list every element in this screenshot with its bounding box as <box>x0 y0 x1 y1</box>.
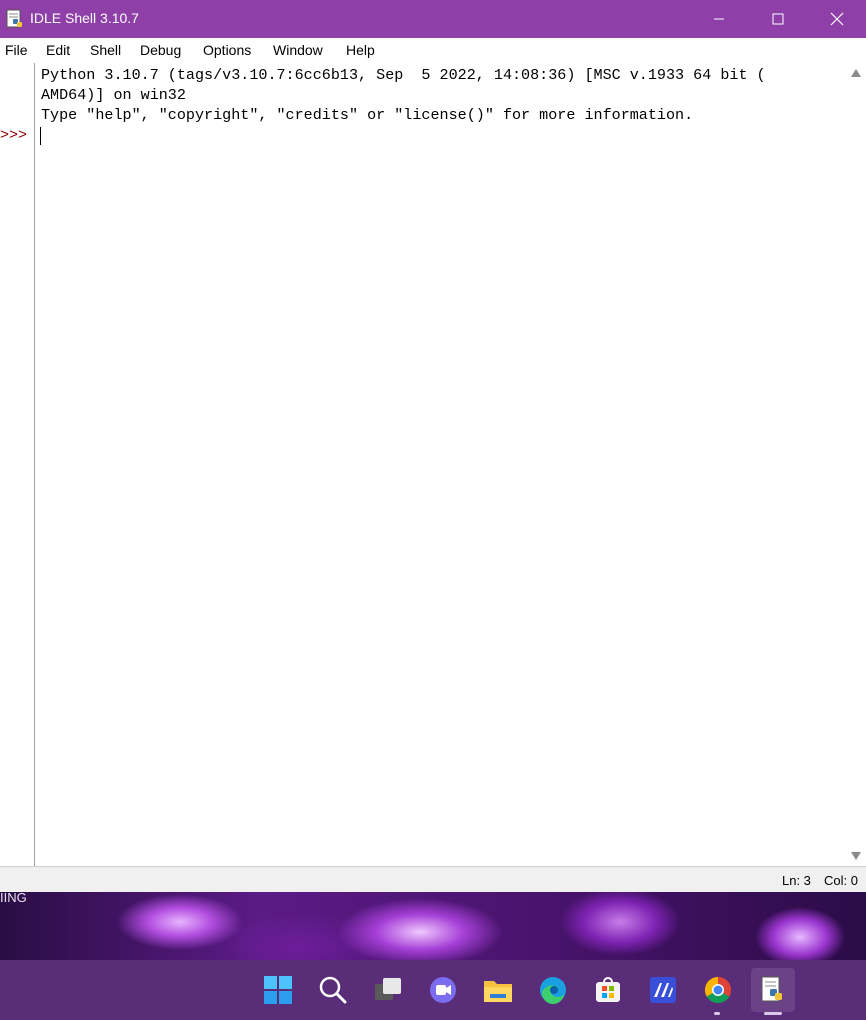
taskbar <box>0 960 866 1020</box>
menu-options[interactable]: Options <box>203 42 251 58</box>
text-caret <box>40 127 41 145</box>
app-icon[interactable] <box>641 968 685 1012</box>
edge-icon[interactable] <box>531 968 575 1012</box>
windows-start-icon[interactable] <box>256 968 300 1012</box>
menu-bar: File Edit Shell Debug Options Window Hel… <box>0 38 866 63</box>
scroll-down-arrow-icon[interactable] <box>851 852 861 860</box>
banner-line-1: Python 3.10.7 (tags/v3.10.7:6cc6b13, Sep… <box>41 66 766 84</box>
status-line-number: Ln: 3 <box>782 873 811 888</box>
shell-text-area[interactable]: Python 3.10.7 (tags/v3.10.7:6cc6b13, Sep… <box>35 63 846 866</box>
menu-help[interactable]: Help <box>346 42 375 58</box>
banner-line-3: Type "help", "copyright", "credits" or "… <box>41 106 694 124</box>
idle-app-icon <box>6 9 24 29</box>
banner-line-2: AMD64)] on win32 <box>41 86 186 104</box>
status-column-number: Col: 0 <box>824 873 858 888</box>
chrome-icon[interactable] <box>696 968 740 1012</box>
prompt-gutter <box>0 63 35 866</box>
minimize-button[interactable] <box>690 0 748 38</box>
menu-window[interactable]: Window <box>273 42 323 58</box>
window-title: IDLE Shell 3.10.7 <box>30 10 139 26</box>
menu-shell[interactable]: Shell <box>90 42 121 58</box>
status-bar: Ln: 3 Col: 0 <box>0 866 866 893</box>
menu-edit[interactable]: Edit <box>46 42 70 58</box>
idle-python-icon[interactable] <box>751 968 795 1012</box>
shell-prompt: >>> <box>0 127 28 144</box>
menu-debug[interactable]: Debug <box>140 42 181 58</box>
minimize-icon <box>714 18 724 20</box>
chrome-running-indicator <box>714 1012 720 1015</box>
title-bar[interactable]: IDLE Shell 3.10.7 <box>0 0 866 38</box>
idle-active-indicator <box>764 1012 782 1015</box>
vertical-scrollbar[interactable] <box>846 63 866 866</box>
desktop-wallpaper: IING <box>0 892 866 960</box>
maximize-button[interactable] <box>749 0 807 38</box>
search-icon[interactable] <box>311 968 355 1012</box>
desktop-partial-text: IING <box>0 892 27 905</box>
idle-shell-window: IDLE Shell 3.10.7 File Edit Shell Debug … <box>0 0 866 893</box>
maximize-icon <box>772 13 784 25</box>
teams-chat-icon[interactable] <box>421 968 465 1012</box>
close-button[interactable] <box>808 0 866 38</box>
file-explorer-icon[interactable] <box>476 968 520 1012</box>
menu-file[interactable]: File <box>5 42 28 58</box>
scroll-up-arrow-icon[interactable] <box>851 69 861 77</box>
microsoft-store-icon[interactable] <box>586 968 630 1012</box>
close-icon <box>830 12 844 26</box>
task-view-icon[interactable] <box>366 968 410 1012</box>
